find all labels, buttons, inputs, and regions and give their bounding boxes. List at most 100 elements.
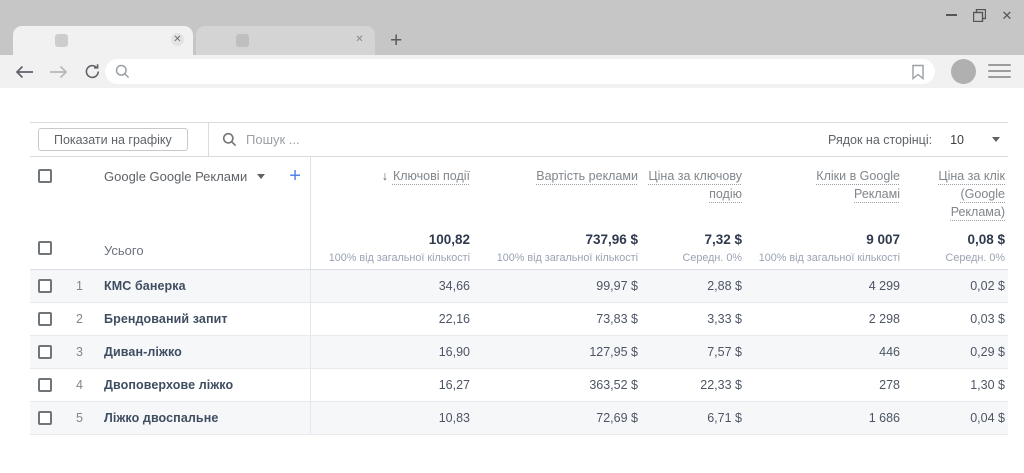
totals-value: 0,08 $ xyxy=(908,232,1005,248)
browser-menu-button[interactable] xyxy=(988,64,1011,82)
favicon-placeholder xyxy=(55,34,68,47)
row-index: 1 xyxy=(76,279,86,293)
row-value-cell: 34,66 xyxy=(310,270,478,302)
totals-metric-cell: 9 007 100% від загальної кількості xyxy=(750,225,908,269)
column-header-label: Ціна за клік (Google Реклама) xyxy=(925,167,1005,221)
forward-button[interactable] xyxy=(48,62,68,82)
show-on-chart-button[interactable]: Показати на графіку xyxy=(38,128,188,151)
row-value-cell: 72,69 $ xyxy=(478,402,646,434)
totals-sub-label: 100% від загальної кількості xyxy=(478,252,638,264)
row-value-cell: 73,83 $ xyxy=(478,303,646,335)
address-bar[interactable] xyxy=(105,59,935,84)
row-dimension-cell: 1 КМС банерка xyxy=(30,270,310,302)
row-value-cell: 363,52 $ xyxy=(478,369,646,401)
restore-button[interactable] xyxy=(972,8,986,22)
close-tab-icon[interactable]: ✕ xyxy=(171,33,184,46)
totals-sub-label: 100% від загальної кількості xyxy=(311,252,470,264)
row-index: 2 xyxy=(76,312,86,326)
totals-label-cell: Усього xyxy=(30,225,310,269)
table-row: 4Двоповерхове ліжко16,27363,52 $22,33 $2… xyxy=(30,369,1008,402)
row-checkbox[interactable] xyxy=(38,279,52,293)
totals-metric-cell: 7,32 $Середн. 0% xyxy=(646,225,750,269)
row-checkbox[interactable] xyxy=(38,345,52,359)
row-value-cell: 3,33 $ xyxy=(646,303,750,335)
row-value-cell: 99,97 $ xyxy=(478,270,646,302)
chevron-down-icon xyxy=(992,137,1000,142)
search-icon xyxy=(222,132,237,147)
reload-button[interactable] xyxy=(82,62,102,82)
search-icon xyxy=(115,64,130,79)
row-value-cell: 0,02 $ xyxy=(908,270,1008,302)
minimize-button[interactable] xyxy=(944,8,958,22)
browser-nav-toolbar xyxy=(0,55,1024,88)
analytics-report-panel: Показати на графіку Рядок на сторінці: 1… xyxy=(30,122,1008,435)
column-header-3[interactable]: Ціна за ключову подію xyxy=(646,157,750,225)
totals-checkbox[interactable] xyxy=(38,241,52,255)
column-header-1[interactable]: ↓ Ключові події xyxy=(310,157,478,225)
totals-value: 7,32 $ xyxy=(646,232,742,248)
row-value-cell: 2 298 xyxy=(750,303,908,335)
search-input[interactable] xyxy=(246,132,546,147)
row-checkbox[interactable] xyxy=(38,378,52,392)
window-controls: ✕ xyxy=(944,8,1014,22)
browser-tab-active[interactable]: ✕ xyxy=(13,26,193,55)
column-header-2[interactable]: Вартість реклами xyxy=(478,157,646,225)
select-all-checkbox[interactable] xyxy=(38,169,52,183)
row-name: Ліжко двоспальне xyxy=(104,411,218,425)
totals-value: 9 007 xyxy=(750,232,900,248)
row-value-cell: 6,71 $ xyxy=(646,402,750,434)
table-totals-row: Усього 100,82 100% від загальної кількост… xyxy=(30,225,1008,270)
row-value-cell: 0,29 $ xyxy=(908,336,1008,368)
table-row: 5Ліжко двоспальне10,8372,69 $6,71 $1 686… xyxy=(30,402,1008,435)
row-value-cell: 1,30 $ xyxy=(908,369,1008,401)
table-row: 2Брендований запит22,1673,83 $3,33 $2 29… xyxy=(30,303,1008,336)
row-value-cell: 0,03 $ xyxy=(908,303,1008,335)
totals-label: Усього xyxy=(104,243,144,258)
add-comparison-button[interactable]: + xyxy=(289,169,301,184)
column-header-label: Вартість реклами xyxy=(536,167,638,185)
reload-icon xyxy=(84,63,101,80)
totals-sub-label: 100% від загальної кількості xyxy=(750,252,900,264)
row-dimension-cell: 3Диван-ліжко xyxy=(30,336,310,368)
column-header-5[interactable]: Ціна за клік (Google Реклама) xyxy=(908,157,1008,225)
bookmark-icon[interactable] xyxy=(911,64,925,80)
table-body: 1КМС банерка34,6699,97 $2,88 $4 2990,02 … xyxy=(30,270,1008,435)
sort-descending-icon: ↓ xyxy=(382,167,388,185)
row-index: 5 xyxy=(76,411,86,425)
rows-per-page-label: Рядок на сторінці: xyxy=(828,133,932,147)
row-value-cell: 22,16 xyxy=(310,303,478,335)
row-name: Двоповерхове ліжко xyxy=(104,378,233,392)
new-tab-button[interactable]: + xyxy=(390,31,402,51)
chevron-down-icon[interactable] xyxy=(257,174,265,179)
row-checkbox[interactable] xyxy=(38,411,52,425)
row-checkbox[interactable] xyxy=(38,312,52,326)
totals-value: 100,82 xyxy=(311,232,470,248)
dimension-selector[interactable]: Google Google Реклами xyxy=(104,169,247,184)
table-search[interactable] xyxy=(222,132,546,147)
table-row: 3Диван-ліжко16,90127,95 $7,57 $4460,29 $ xyxy=(30,336,1008,369)
browser-tab-inactive[interactable]: ✕ xyxy=(196,26,375,55)
rows-per-page-control[interactable]: Рядок на сторінці: 10 xyxy=(828,133,1000,147)
address-input[interactable] xyxy=(136,64,911,79)
column-header-4[interactable]: Кліки в Google Рекламі xyxy=(750,157,908,225)
dimension-header-cell: Google Google Реклами + xyxy=(30,157,310,225)
totals-metric-cell: 737,96 $100% від загальної кількості xyxy=(478,225,646,269)
browser-tab-bar: ✕ ✕ ✕ + xyxy=(0,0,1024,55)
close-window-button[interactable]: ✕ xyxy=(1000,8,1014,22)
column-header-label: Кліки в Google Рекламі xyxy=(804,167,900,203)
row-dimension-cell: 4 Двоповерхове ліжко xyxy=(30,369,310,401)
row-value-cell: 127,95 $ xyxy=(478,336,646,368)
forward-arrow-icon xyxy=(49,65,68,79)
profile-avatar[interactable] xyxy=(951,59,976,84)
row-value-cell: 16,27 xyxy=(310,369,478,401)
close-tab-icon[interactable]: ✕ xyxy=(353,33,366,46)
totals-sub-label: Середн. 0% xyxy=(908,252,1005,264)
row-dimension-cell: 2Брендований запит xyxy=(30,303,310,335)
row-name: Диван-ліжко xyxy=(104,345,182,359)
row-index: 4 xyxy=(76,378,86,392)
totals-metric-cell: 0,08 $ Середн. 0% xyxy=(908,225,1008,269)
row-name: КМС банерка xyxy=(104,279,186,293)
column-header-label: Ключові події xyxy=(393,167,470,185)
back-button[interactable] xyxy=(14,62,34,82)
rows-per-page-value: 10 xyxy=(950,133,964,147)
